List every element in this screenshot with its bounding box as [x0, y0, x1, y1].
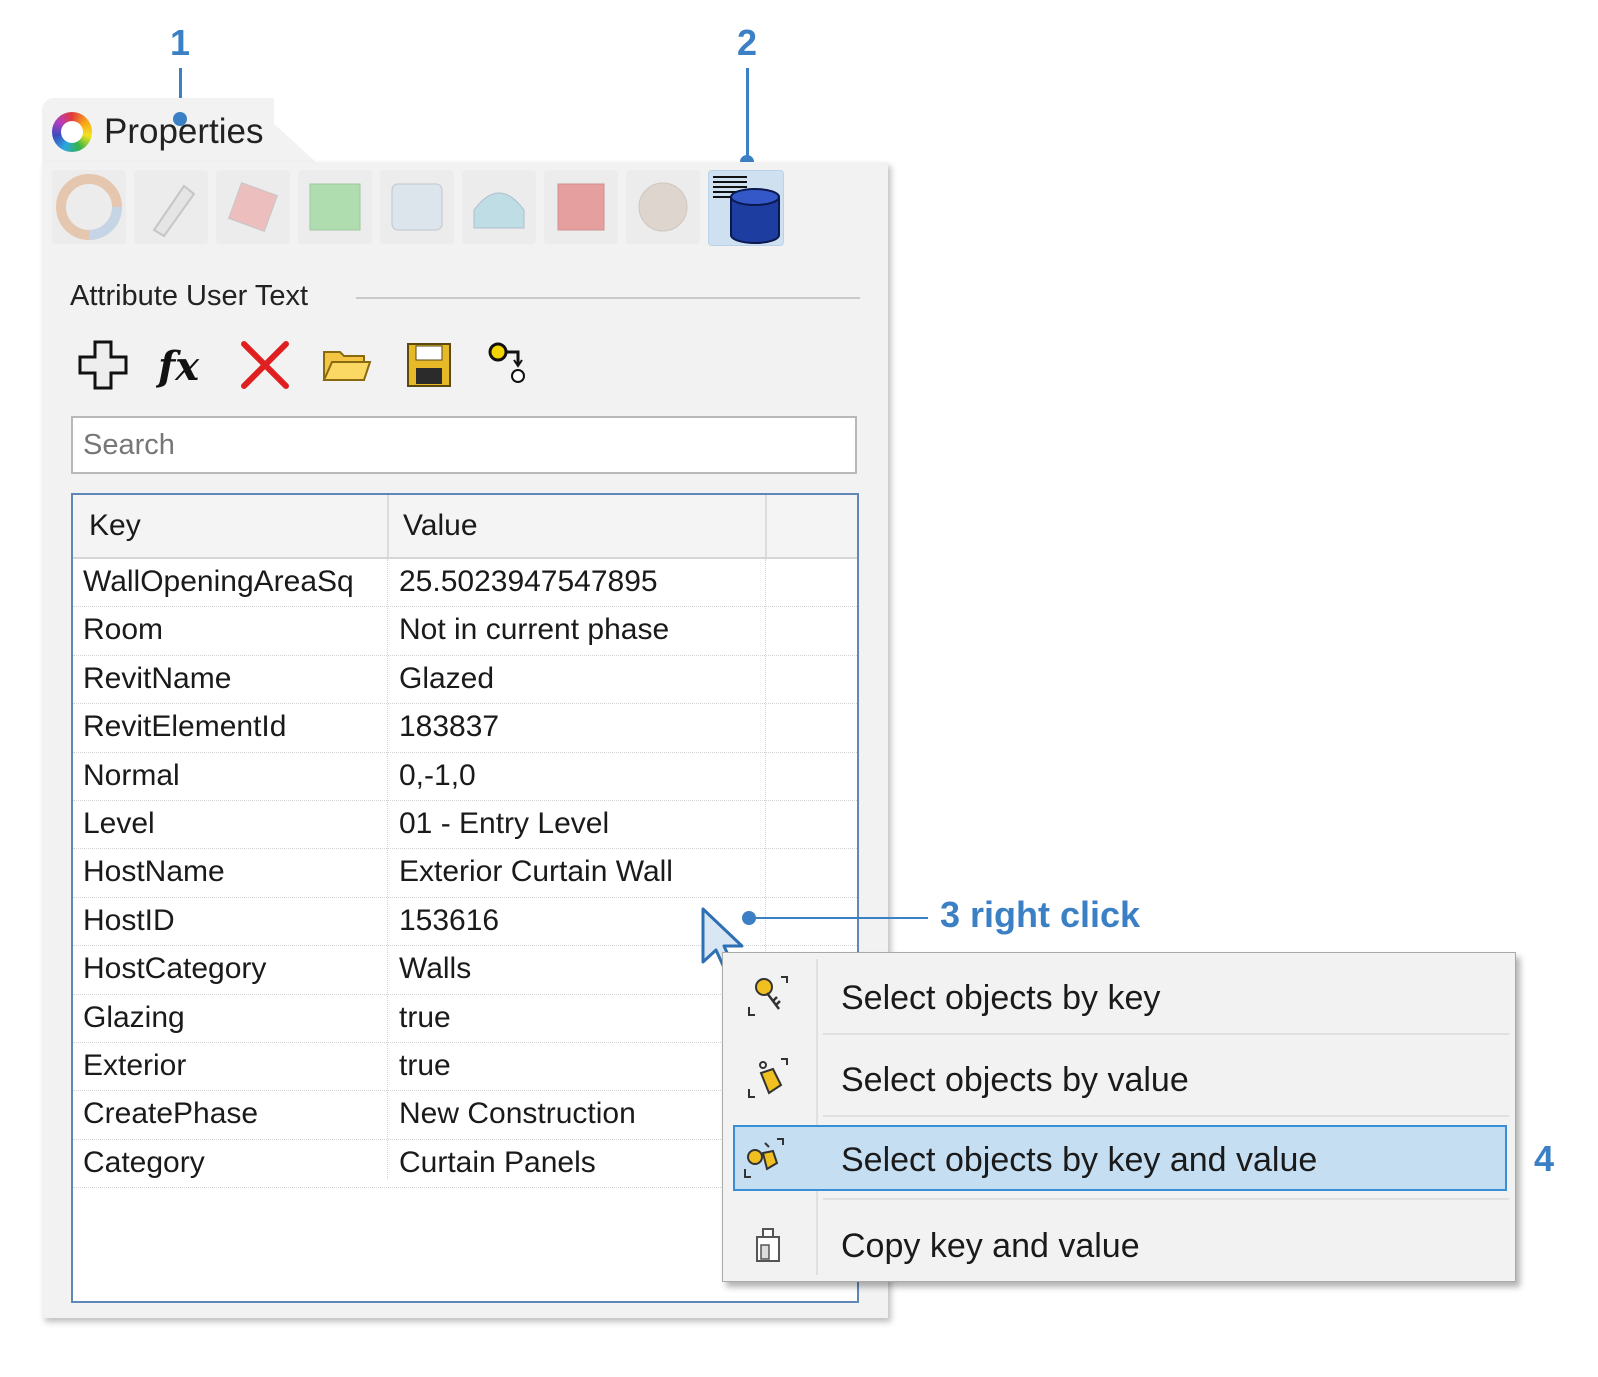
- callout-4: 4: [1534, 1138, 1555, 1179]
- table-row[interactable]: Level 01 - Entry Level: [73, 801, 857, 850]
- callout-3-line: [752, 917, 928, 919]
- cell-key[interactable]: HostID: [83, 904, 383, 938]
- key-tag-select-icon: [744, 1138, 784, 1178]
- cell-value[interactable]: 153616: [399, 904, 499, 938]
- cell-key[interactable]: Exterior: [83, 1049, 383, 1083]
- table-row[interactable]: WallOpeningAreaSq 25.5023947547895: [73, 559, 857, 608]
- cell-value[interactable]: New Construction: [399, 1097, 636, 1131]
- menu-item-label: Select objects by key and value: [841, 1141, 1318, 1179]
- cell-key[interactable]: RevitElementId: [83, 710, 383, 744]
- cell-value[interactable]: 183837: [399, 710, 499, 744]
- displacement-icon[interactable]: [626, 170, 700, 244]
- cell-key[interactable]: WallOpeningAreaSq: [83, 565, 383, 599]
- grid-header: Key Value: [73, 495, 857, 559]
- save-icon[interactable]: [402, 338, 456, 392]
- cell-key[interactable]: Glazing: [83, 1001, 383, 1035]
- cell-key[interactable]: RevitName: [83, 662, 383, 696]
- cell-key[interactable]: HostName: [83, 855, 383, 889]
- callout-3: 3 right click: [940, 894, 1141, 935]
- column-header-key[interactable]: Key: [89, 509, 141, 543]
- cell-value[interactable]: 25.5023947547895: [399, 565, 658, 599]
- properties-page-iconbar: [46, 168, 876, 248]
- attribute-user-text-icon[interactable]: [708, 170, 784, 246]
- cell-value[interactable]: Exterior Curtain Wall: [399, 855, 673, 889]
- object-properties-icon[interactable]: [52, 170, 126, 244]
- section-divider: [356, 297, 860, 299]
- cell-value[interactable]: true: [399, 1049, 451, 1083]
- callout-2-line: [746, 68, 749, 160]
- material-icon[interactable]: [134, 170, 208, 244]
- cell-value[interactable]: Not in current phase: [399, 613, 669, 647]
- menu-separator: [823, 1115, 1509, 1117]
- menu-separator: [823, 1198, 1509, 1200]
- formula-icon[interactable]: fx: [155, 338, 210, 392]
- cell-value[interactable]: Glazed: [399, 662, 494, 696]
- key-sequence-icon[interactable]: [484, 338, 538, 392]
- cell-value[interactable]: Curtain Panels: [399, 1146, 596, 1180]
- key-select-icon: [748, 976, 788, 1016]
- callout-1: 1: [170, 22, 191, 63]
- cell-key[interactable]: HostCategory: [83, 952, 383, 986]
- display-mode-icon[interactable]: [380, 170, 454, 244]
- cell-key[interactable]: Level: [83, 807, 383, 841]
- column-divider: [387, 495, 389, 557]
- table-row[interactable]: Normal 0,-1,0: [73, 753, 857, 801]
- menu-item-copy-key-and-value[interactable]: Copy key and value: [729, 1211, 1509, 1277]
- cell-value[interactable]: 0,-1,0: [399, 759, 476, 793]
- cell-key[interactable]: Normal: [83, 759, 383, 793]
- table-row[interactable]: RevitName Glazed: [73, 656, 857, 705]
- table-row[interactable]: RevitElementId 183837: [73, 704, 857, 753]
- table-row[interactable]: Room Not in current phase: [73, 607, 857, 656]
- table-row[interactable]: HostName Exterior Curtain Wall: [73, 849, 857, 898]
- menu-item-label: Copy key and value: [841, 1227, 1140, 1265]
- decal-icon[interactable]: [298, 170, 372, 244]
- open-folder-icon[interactable]: [320, 338, 374, 392]
- context-menu: Select objects by key Select objects by …: [722, 952, 1516, 1282]
- callout-1-dot-front: [173, 112, 187, 126]
- menu-item-label: Select objects by key: [841, 979, 1161, 1017]
- column-divider: [765, 495, 767, 557]
- shading-icon[interactable]: [462, 170, 536, 244]
- section-title: Attribute User Text: [70, 280, 309, 312]
- svg-text:fx: fx: [156, 343, 200, 390]
- light-icon[interactable]: [544, 170, 618, 244]
- copy-icon: [756, 1228, 780, 1262]
- cell-value[interactable]: true: [399, 1001, 451, 1035]
- search-input[interactable]: [71, 416, 857, 474]
- menu-item-select-by-value[interactable]: Select objects by value: [729, 1045, 1509, 1111]
- cell-key[interactable]: Category: [83, 1146, 383, 1180]
- menu-item-select-by-key-and-value[interactable]: Select objects by key and value: [733, 1125, 1507, 1191]
- menu-item-select-by-key[interactable]: Select objects by key: [729, 963, 1509, 1029]
- tag-select-icon: [748, 1058, 788, 1098]
- callout-2: 2: [737, 22, 758, 63]
- add-icon[interactable]: [76, 338, 130, 392]
- texture-mapping-icon[interactable]: [216, 170, 290, 244]
- cell-value[interactable]: 01 - Entry Level: [399, 807, 609, 841]
- menu-item-label: Select objects by value: [841, 1061, 1189, 1099]
- properties-color-wheel-icon: [52, 112, 92, 152]
- delete-icon[interactable]: [238, 338, 292, 392]
- column-header-value[interactable]: Value: [403, 509, 478, 543]
- cell-key[interactable]: CreatePhase: [83, 1097, 383, 1131]
- cell-value[interactable]: Walls: [399, 952, 471, 986]
- menu-separator: [823, 1033, 1509, 1035]
- cell-key[interactable]: Room: [83, 613, 383, 647]
